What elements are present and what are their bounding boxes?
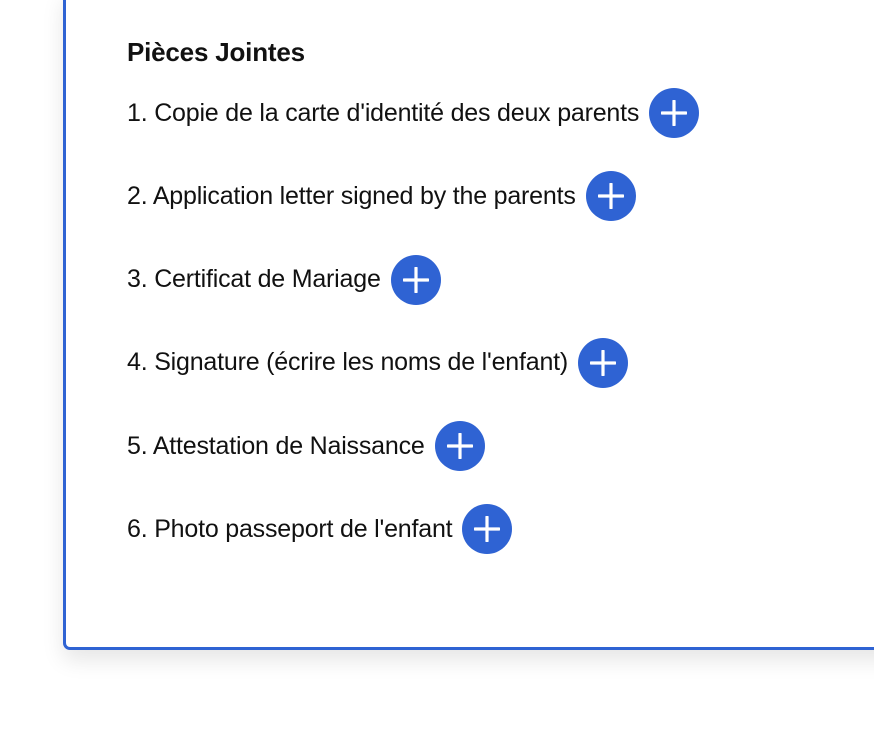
add-attachment-button[interactable] — [390, 254, 441, 305]
plus-icon — [474, 516, 501, 543]
attachment-label: 6. Photo passeport de l'enfant — [127, 514, 453, 543]
plus-icon — [446, 433, 473, 460]
attachment-item-1: 1. Copie de la carte d'identité des deux… — [127, 88, 700, 138]
attachment-label: 2. Application letter signed by the pare… — [127, 181, 576, 210]
plus-icon — [661, 100, 688, 126]
attachment-item-6: 6. Photo passeport de l'enfant — [127, 504, 699, 555]
attachment-item-4: 4. Signature (écrire les noms de l'enfan… — [127, 337, 699, 388]
attachments-title: Pièces Jointes — [127, 37, 305, 67]
add-attachment-button[interactable] — [462, 504, 513, 555]
attachments-list: 1. Copie de la carte d'identité des deux… — [127, 88, 700, 588]
attachment-label: 3. Certificat de Mariage — [127, 265, 381, 294]
attachment-label: 5. Attestation de Naissance — [127, 431, 425, 460]
add-attachment-button[interactable] — [578, 337, 629, 388]
plus-icon — [597, 183, 624, 210]
attachment-label: 1. Copie de la carte d'identité des deux… — [127, 98, 640, 127]
add-attachment-button[interactable] — [585, 171, 636, 222]
plus-icon — [590, 349, 617, 376]
attachment-label: 4. Signature (écrire les noms de l'enfan… — [127, 348, 569, 377]
add-attachment-button[interactable] — [434, 421, 485, 472]
attachment-item-3: 3. Certificat de Mariage — [127, 254, 699, 305]
attachment-item-5: 5. Attestation de Naissance — [127, 421, 699, 472]
add-attachment-button[interactable] — [649, 88, 700, 138]
attachment-item-2: 2. Application letter signed by the pare… — [127, 171, 699, 222]
plus-icon — [402, 266, 429, 293]
